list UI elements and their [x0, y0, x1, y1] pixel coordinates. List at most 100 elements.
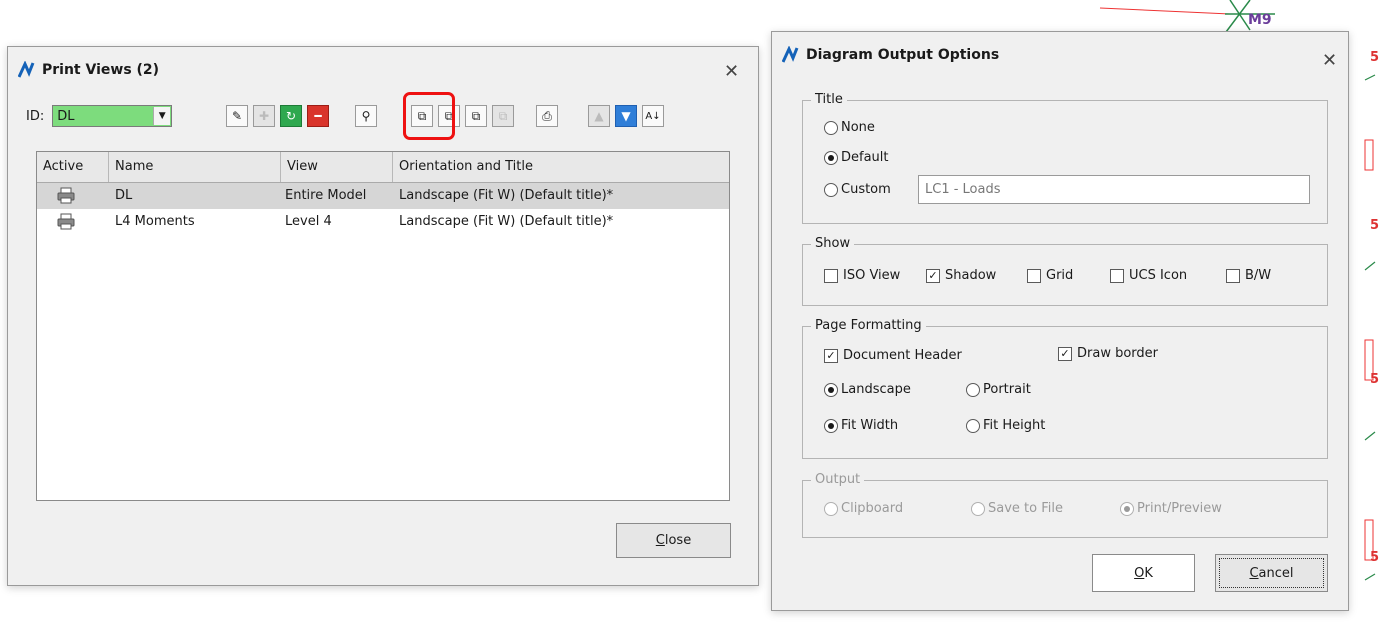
checkbox-label: Grid: [1046, 268, 1074, 283]
chevron-down-icon[interactable]: ▼: [153, 107, 171, 125]
group-label: Title: [811, 92, 847, 107]
row-orientation: Landscape (Fit W) (Default title)*: [399, 188, 614, 203]
radio-label: Portrait: [983, 382, 1031, 397]
checkbox-label: Draw border: [1077, 346, 1159, 361]
checkbox[interactable]: ✓: [1058, 346, 1072, 361]
column-header-name[interactable]: Name: [109, 152, 281, 182]
bw-checkbox[interactable]: B/W: [1226, 268, 1271, 283]
row-view: Entire Model: [285, 188, 367, 203]
close-icon[interactable]: ✕: [1322, 50, 1337, 71]
radio-button: [824, 501, 838, 516]
ok-label: K: [1144, 565, 1153, 581]
ok-button[interactable]: OK: [1092, 554, 1195, 592]
radio-label: Default: [841, 150, 889, 165]
row-name: L4 Moments: [115, 214, 195, 229]
radio-button[interactable]: [824, 150, 838, 165]
print-icon[interactable]: ⎙: [536, 105, 558, 127]
dialog-title: Print Views (2): [42, 62, 160, 78]
move-up-icon[interactable]: ▲: [588, 105, 610, 127]
checkbox[interactable]: [1110, 268, 1124, 283]
ok-underline: O: [1134, 565, 1145, 581]
checkbox-label: Shadow: [945, 268, 997, 283]
radio-label: Custom: [841, 182, 891, 197]
node-label: 5: [1370, 372, 1380, 387]
clipboard-radio: Clipboard: [824, 501, 903, 516]
checkbox[interactable]: [1226, 268, 1240, 283]
diagram-output-options-dialog: Diagram Output Options ✕ Title None Defa…: [771, 31, 1349, 611]
paste-icon[interactable]: ⧉: [492, 105, 514, 127]
title-default-radio[interactable]: Default: [824, 150, 889, 165]
diagram-titlebar: Diagram Output Options: [782, 46, 999, 64]
radio-label: Save to File: [988, 501, 1063, 516]
node-label-m9: M9: [1248, 12, 1272, 28]
radio-label: Landscape: [841, 382, 911, 397]
cancel-underline: C: [1249, 565, 1259, 581]
radio-button[interactable]: [824, 120, 838, 135]
sort-az-icon[interactable]: A↓: [642, 105, 664, 127]
checkbox[interactable]: [1027, 268, 1041, 283]
custom-title-input[interactable]: LC1 - Loads: [918, 175, 1310, 204]
id-combobox[interactable]: DL ▼: [52, 105, 173, 127]
print-preview-radio: Print/Preview: [1120, 501, 1222, 516]
close-button-underline: C: [655, 533, 665, 548]
print-views-titlebar: Print Views (2): [18, 61, 159, 79]
id-value: DL: [57, 108, 75, 124]
checkbox-label: ISO View: [843, 268, 901, 283]
node-label: 5: [1370, 550, 1380, 565]
close-icon[interactable]: ✕: [724, 61, 739, 82]
cancel-label: ancel: [1258, 565, 1294, 581]
search-icon[interactable]: ⚲: [355, 105, 377, 127]
checkbox[interactable]: ✓: [926, 268, 940, 283]
checkbox-label: Document Header: [843, 348, 962, 363]
radio-button: [971, 501, 985, 516]
checkbox-label: B/W: [1245, 268, 1272, 283]
add-icon[interactable]: ✚: [253, 105, 275, 127]
radio-label: None: [841, 120, 875, 135]
radio-button[interactable]: [824, 182, 838, 197]
column-header-view[interactable]: View: [281, 152, 393, 182]
table-row[interactable]: L4 Moments Level 4 Landscape (Fit W) (De…: [37, 209, 729, 235]
shadow-checkbox[interactable]: ✓ Shadow: [926, 268, 996, 283]
draw-border-checkbox[interactable]: ✓ Draw border: [1058, 346, 1158, 361]
title-custom-radio[interactable]: Custom: [824, 182, 891, 197]
fit-width-radio[interactable]: Fit Width: [824, 418, 898, 433]
save-to-file-radio: Save to File: [971, 501, 1063, 516]
close-button[interactable]: Close: [616, 523, 731, 558]
table-header: Active Name View Orientation and Title: [37, 152, 729, 183]
radio-button[interactable]: [966, 382, 980, 397]
radio-button[interactable]: [824, 418, 838, 433]
move-down-icon[interactable]: ▼: [615, 105, 637, 127]
grid-checkbox[interactable]: Grid: [1027, 268, 1073, 283]
row-name: DL: [115, 188, 133, 203]
cancel-button[interactable]: Cancel: [1215, 554, 1328, 592]
checkbox-label: UCS Icon: [1129, 268, 1188, 283]
duplicate-icon[interactable]: ⧉: [465, 105, 487, 127]
highlight-box: [403, 92, 455, 140]
column-header-active[interactable]: Active: [37, 152, 109, 182]
app-logo-icon: [782, 46, 799, 63]
app-logo-icon: [18, 61, 35, 78]
radio-label: Print/Preview: [1137, 501, 1222, 516]
table-row[interactable]: DL Entire Model Landscape (Fit W) (Defau…: [37, 183, 729, 209]
iso-view-checkbox[interactable]: ISO View: [824, 268, 900, 283]
edit-icon[interactable]: ✎: [226, 105, 248, 127]
ucs-icon-checkbox[interactable]: UCS Icon: [1110, 268, 1187, 283]
print-views-table: Active Name View Orientation and Title D…: [36, 151, 730, 501]
title-none-radio[interactable]: None: [824, 120, 875, 135]
fit-height-radio[interactable]: Fit Height: [966, 418, 1045, 433]
checkbox[interactable]: [824, 268, 838, 283]
portrait-radio[interactable]: Portrait: [966, 382, 1031, 397]
radio-button[interactable]: [824, 382, 838, 397]
radio-button[interactable]: [966, 418, 980, 433]
column-header-orientation[interactable]: Orientation and Title: [393, 152, 731, 182]
landscape-radio[interactable]: Landscape: [824, 382, 911, 397]
group-label: Show: [811, 236, 855, 251]
document-header-checkbox[interactable]: ✓ Document Header: [824, 348, 962, 363]
row-orientation: Landscape (Fit W) (Default title)*: [399, 214, 614, 229]
printer-icon: [57, 187, 75, 204]
refresh-icon[interactable]: ↻: [280, 105, 302, 127]
checkbox[interactable]: ✓: [824, 348, 838, 363]
id-label: ID:: [26, 108, 45, 124]
delete-icon[interactable]: ━: [307, 105, 329, 127]
printer-icon: [57, 213, 75, 230]
